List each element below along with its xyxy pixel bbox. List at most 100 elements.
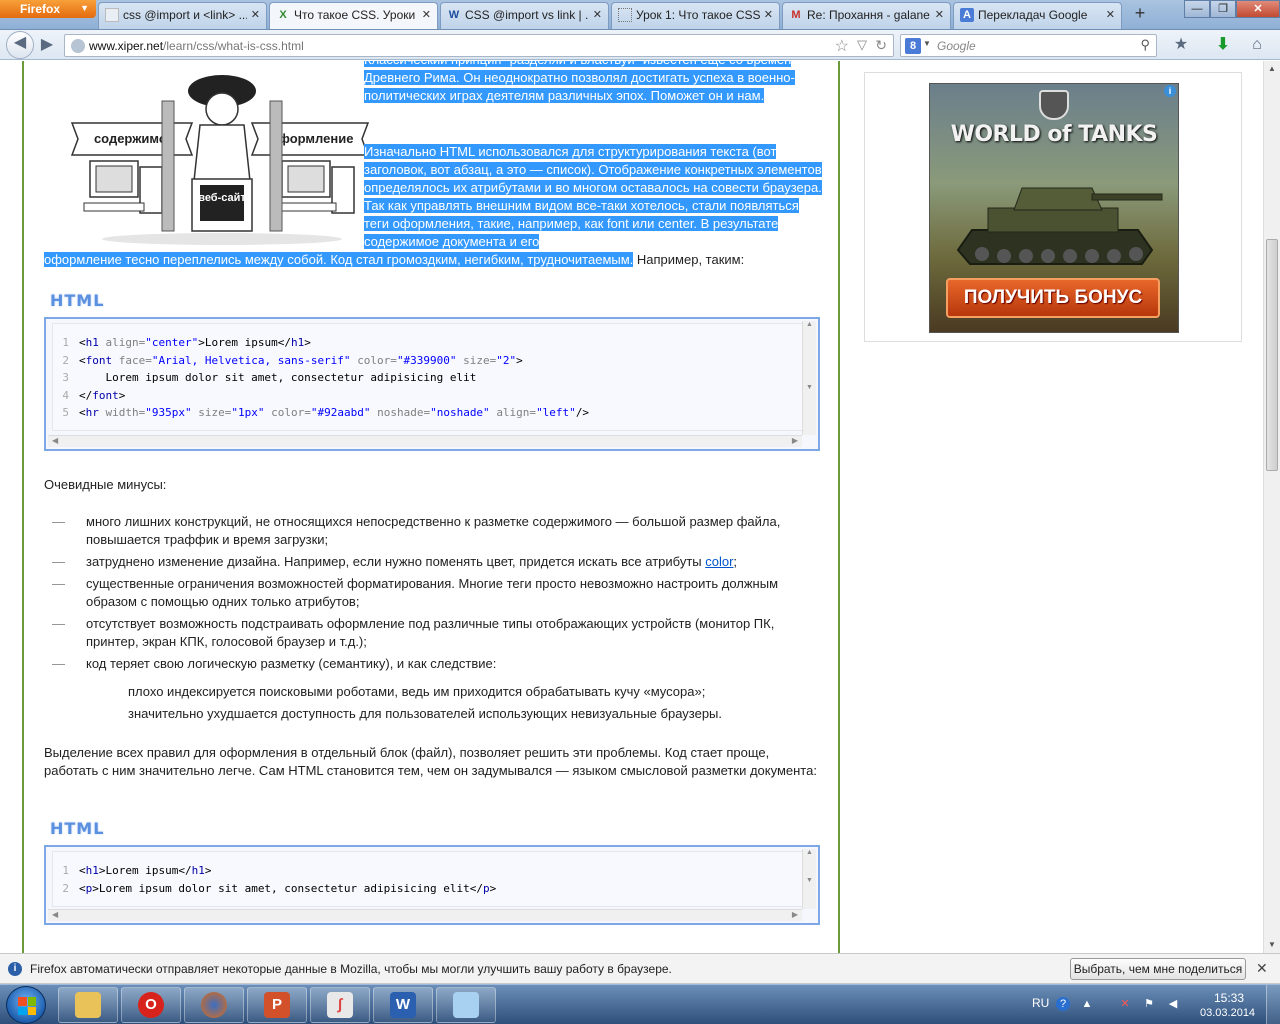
share-choice-button[interactable]: Выбрать, чем мне поделиться bbox=[1070, 958, 1246, 980]
color-link[interactable]: color bbox=[705, 554, 733, 569]
back-button[interactable]: ◀ bbox=[6, 31, 34, 59]
forward-button[interactable]: ▶ bbox=[36, 34, 58, 56]
clock-date[interactable]: 03.03.2014 bbox=[1200, 1007, 1255, 1019]
notepad-icon bbox=[453, 992, 479, 1018]
search-input[interactable]: 8 ▼ Google ⚲ bbox=[900, 34, 1157, 57]
bookmarks-button[interactable]: ★ bbox=[1170, 34, 1192, 56]
line-number: 2 bbox=[62, 881, 69, 895]
list-item-punctuation: ; bbox=[733, 554, 738, 569]
taskbar-word[interactable]: W bbox=[373, 987, 433, 1023]
scroll-thumb[interactable] bbox=[1266, 239, 1278, 471]
close-icon[interactable]: ✕ bbox=[593, 8, 602, 21]
bookmark-star-icon[interactable]: ☆ bbox=[835, 36, 849, 56]
globe-icon bbox=[71, 39, 85, 53]
code-vertical-scrollbar[interactable]: ▲ ▼ bbox=[802, 321, 816, 435]
code-line: 3 Lorem ipsum dolor sit amet, consectetu… bbox=[53, 369, 811, 387]
address-bar[interactable]: www.xiper.net/learn/css/what-is-css.html… bbox=[64, 34, 894, 57]
scroll-down-icon[interactable]: ▼ bbox=[1264, 937, 1280, 953]
line-number: 4 bbox=[62, 388, 69, 402]
notification-bar: i Firefox автоматически отправляет некот… bbox=[0, 953, 1280, 984]
close-icon[interactable]: ✕ bbox=[935, 8, 944, 21]
reload-icon[interactable]: ↻ bbox=[875, 37, 887, 54]
word-icon: W bbox=[390, 992, 416, 1018]
ad-banner[interactable]: i WORLD of TANKS ПОЛУЧИТЬ БОНУС bbox=[929, 83, 1179, 333]
selected-text: Классический принцип "разделяй и властву… bbox=[364, 61, 795, 103]
volume-icon[interactable]: ◀ bbox=[1166, 997, 1180, 1011]
line-number: 1 bbox=[62, 336, 69, 349]
url-host: www.xiper.net bbox=[89, 39, 164, 53]
tab-label: Урок 1: Что такое CSS... bbox=[636, 8, 760, 22]
tab-lesson-1[interactable]: Урок 1: Что такое CSS... ✕ bbox=[611, 2, 780, 29]
ad-cta-button[interactable]: ПОЛУЧИТЬ БОНУС bbox=[946, 278, 1160, 318]
code-line: 1 <h1 align="center">Lorem ipsum</h1> bbox=[53, 334, 811, 352]
list-item: значительно ухудшается доступность для п… bbox=[128, 706, 723, 721]
bookmarks-icon: ★ bbox=[1173, 36, 1189, 53]
help-icon[interactable]: ? bbox=[1056, 997, 1070, 1011]
tab-what-is-css[interactable]: X Что такое CSS. Уроки ... ✕ bbox=[269, 2, 438, 29]
list-item: плохо индексируется поисковыми роботами,… bbox=[128, 684, 706, 699]
close-window-icon[interactable]: ✕ bbox=[1236, 0, 1280, 18]
selected-text-continuation: оформление тесно переплелись между собой… bbox=[44, 252, 634, 267]
tab-css-import[interactable]: css @import и <link> ... ✕ bbox=[98, 2, 267, 29]
taskbar-firefox[interactable] bbox=[184, 987, 244, 1023]
taskbar-powerpoint[interactable]: P bbox=[247, 987, 307, 1023]
powerpoint-icon: P bbox=[264, 992, 290, 1018]
sub-points-list: плохо индексируется поисковыми роботами,… bbox=[128, 683, 828, 727]
show-desktop-button[interactable] bbox=[1266, 985, 1280, 1024]
opera-icon: O bbox=[138, 992, 164, 1018]
taskbar-explorer[interactable] bbox=[58, 987, 118, 1023]
chevron-down-icon[interactable]: ▼ bbox=[923, 39, 931, 48]
url-path: /learn/css/what-is-css.html bbox=[163, 39, 304, 53]
clock-time[interactable]: 15:33 bbox=[1214, 991, 1244, 1005]
line-number: 3 bbox=[62, 371, 69, 384]
taskbar-opera[interactable]: O bbox=[121, 987, 181, 1023]
code-horizontal-scrollbar[interactable]: ◀ ▶ bbox=[48, 435, 802, 447]
firefox-menu-button[interactable]: Firefox ▼ bbox=[0, 0, 96, 18]
home-button[interactable]: ⌂ bbox=[1246, 34, 1268, 56]
code-vertical-scrollbar[interactable]: ▲ ▼ bbox=[802, 849, 816, 909]
arrow-right-icon: ▶ bbox=[40, 36, 54, 53]
close-icon[interactable]: ✕ bbox=[251, 8, 260, 21]
tab-label: Перекладач Google bbox=[978, 8, 1088, 22]
code-horizontal-scrollbar[interactable]: ◀ ▶ bbox=[48, 909, 802, 921]
list-item: код теряет свою логическую разметку (сем… bbox=[52, 655, 822, 673]
tray-expand-icon[interactable]: ▲ bbox=[1080, 997, 1094, 1011]
search-icon[interactable]: ⚲ bbox=[1140, 37, 1150, 53]
windows-logo-icon bbox=[18, 997, 36, 1015]
tank-image bbox=[956, 187, 1163, 265]
tab-css-import-vs-link[interactable]: W CSS @import vs link | ... ✕ bbox=[440, 2, 609, 29]
tab-gmail[interactable]: M Re: Прохання - galane... ✕ bbox=[782, 2, 951, 29]
xiper-icon: X bbox=[279, 9, 287, 21]
taskbar-foxit[interactable]: ∫ bbox=[310, 987, 370, 1023]
notification-text: Firefox автоматически отправляет некотор… bbox=[30, 962, 672, 976]
tab-label: Re: Прохання - galane... bbox=[807, 8, 931, 22]
action-center-icon[interactable]: ⚑ bbox=[1142, 997, 1156, 1011]
maximize-icon[interactable]: ❐ bbox=[1210, 0, 1236, 18]
code-line: 5 <hr width="935px" size="1px" color="#92… bbox=[53, 404, 811, 422]
page-icon bbox=[105, 8, 119, 22]
scroll-up-icon[interactable]: ▲ bbox=[1264, 61, 1280, 77]
list-item: отсутствует возможность подстраивать офо… bbox=[52, 615, 822, 651]
close-icon[interactable]: ✕ bbox=[1106, 8, 1115, 21]
close-icon[interactable]: ✕ bbox=[422, 8, 431, 21]
minuses-list: много лишних конструкций, не относящихся… bbox=[52, 513, 822, 677]
system-tray: RU ? ▲ ✕ ⚑ ◀ 15:33 03.03.2014 bbox=[1028, 985, 1280, 1024]
page-viewport: содержимое оформление веб-сайт Древнего … bbox=[0, 61, 1263, 953]
tab-google-translate[interactable]: A Перекладач Google ✕ bbox=[953, 2, 1122, 29]
dropdown-arrow-icon[interactable]: ▽ bbox=[857, 37, 867, 53]
wot-emblem-icon bbox=[1039, 90, 1069, 120]
list-item-text: затруднено изменение дизайна. Например, … bbox=[86, 554, 706, 569]
start-button[interactable] bbox=[6, 986, 46, 1024]
taskbar-notepad[interactable] bbox=[436, 987, 496, 1023]
network-icon[interactable]: ✕ bbox=[1118, 997, 1132, 1011]
close-icon[interactable]: ✕ bbox=[1256, 960, 1268, 977]
google-engine-icon[interactable]: 8 bbox=[905, 38, 921, 54]
downloads-button[interactable]: ⬇ bbox=[1212, 34, 1234, 56]
language-indicator[interactable]: RU bbox=[1032, 996, 1049, 1010]
new-tab-button[interactable]: + bbox=[1128, 3, 1152, 27]
info-icon[interactable]: i bbox=[1164, 85, 1176, 97]
page-scrollbar[interactable]: ▲ ▼ bbox=[1263, 61, 1280, 953]
close-icon[interactable]: ✕ bbox=[764, 8, 773, 21]
code-block-1: 1 <h1 align="center">Lorem ipsum</h1> 2 <f… bbox=[44, 317, 820, 451]
minimize-icon[interactable]: — bbox=[1184, 0, 1210, 18]
